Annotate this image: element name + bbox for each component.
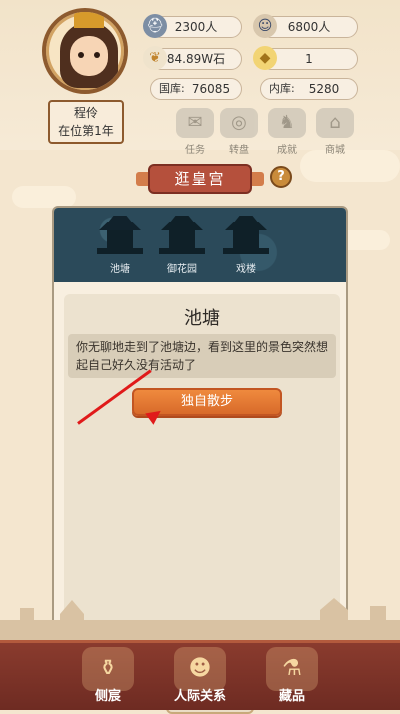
feature-tasks[interactable]: ✉ 任务 [170, 108, 220, 156]
nav-label: 侧宸 [94, 689, 121, 704]
location-garden[interactable]: 御花园 [154, 216, 210, 275]
population-right-pill: ☺ 6800人 [253, 14, 358, 38]
avatar-eye [94, 52, 100, 58]
city-silhouette [0, 598, 400, 640]
nav-label: 藏品 [278, 689, 305, 704]
state-treasury-label: 国库: [159, 82, 185, 95]
avatar-eye [78, 52, 84, 58]
cloud-decoration [12, 186, 76, 208]
feature-label: 转盘 [229, 145, 249, 156]
helmet-icon: ⛑ [143, 14, 167, 38]
player-reign: 在位第1年 [58, 124, 114, 138]
event-text: 你无聊地走到了池塘边，看到这里的景色突然想起自己好久没有活动了 [68, 334, 336, 378]
nav-collection[interactable]: ⚗ 藏品 [246, 647, 338, 704]
pavilion-icon [97, 216, 143, 258]
nav-label: 人际关系 [173, 689, 226, 704]
location-theater[interactable]: 戏楼 [218, 216, 274, 275]
feature-label: 任务 [185, 145, 205, 156]
feature-wheel[interactable]: ◎ 转盘 [214, 108, 264, 156]
avatar-face [70, 36, 108, 76]
location-label: 池塘 [110, 264, 130, 275]
crown-icon [74, 12, 104, 28]
grain-icon: ❦ [143, 46, 167, 70]
state-treasury-pill: 国库: 76085 [150, 78, 242, 100]
location-selector: 池塘 御花园 戏楼 [54, 208, 346, 282]
gold-pill: ◆ 1 [253, 46, 358, 70]
inner-treasury-pill: 内库: 5280 [260, 78, 358, 100]
player-avatar[interactable] [42, 8, 128, 94]
garden-icon [159, 216, 205, 258]
player-name-card: 程伶 在位第1年 [48, 100, 124, 144]
wheel-icon: ◎ [220, 108, 258, 138]
location-pond[interactable]: 池塘 [92, 216, 148, 275]
feature-shop[interactable]: ⌂ 商城 [310, 108, 360, 156]
bottom-nav-bar: ⚱ 侧宸 ☻ 人际关系 ⚗ 藏品 [0, 640, 400, 710]
theater-icon [223, 216, 269, 258]
location-label: 御花园 [167, 264, 197, 275]
inner-treasury-label: 内库: [269, 82, 295, 95]
player-name: 程伶 [73, 106, 98, 120]
nav-relationships[interactable]: ☻ 人际关系 [154, 647, 246, 704]
shop-icon: ⌂ [316, 108, 354, 138]
grain-pill: ❦ 84.89W石 [143, 46, 242, 70]
help-button[interactable]: ? [270, 166, 292, 188]
official-icon: ☺ [253, 14, 277, 38]
page-title: 逛皇宫 [136, 164, 264, 194]
feature-achievements[interactable]: ♞ 成就 [262, 108, 312, 156]
horse-icon: ♞ [268, 108, 306, 138]
feature-label: 商城 [325, 145, 345, 156]
gold-ingot-icon: ◆ [253, 46, 277, 70]
nav-consort[interactable]: ⚱ 侧宸 [62, 647, 154, 704]
feature-label: 成就 [277, 145, 297, 156]
event-title: 池塘 [184, 308, 220, 329]
location-label: 戏楼 [236, 264, 256, 275]
scroll-icon: ✉ [176, 108, 214, 138]
population-left-pill: ⛑ 2300人 [143, 14, 242, 38]
